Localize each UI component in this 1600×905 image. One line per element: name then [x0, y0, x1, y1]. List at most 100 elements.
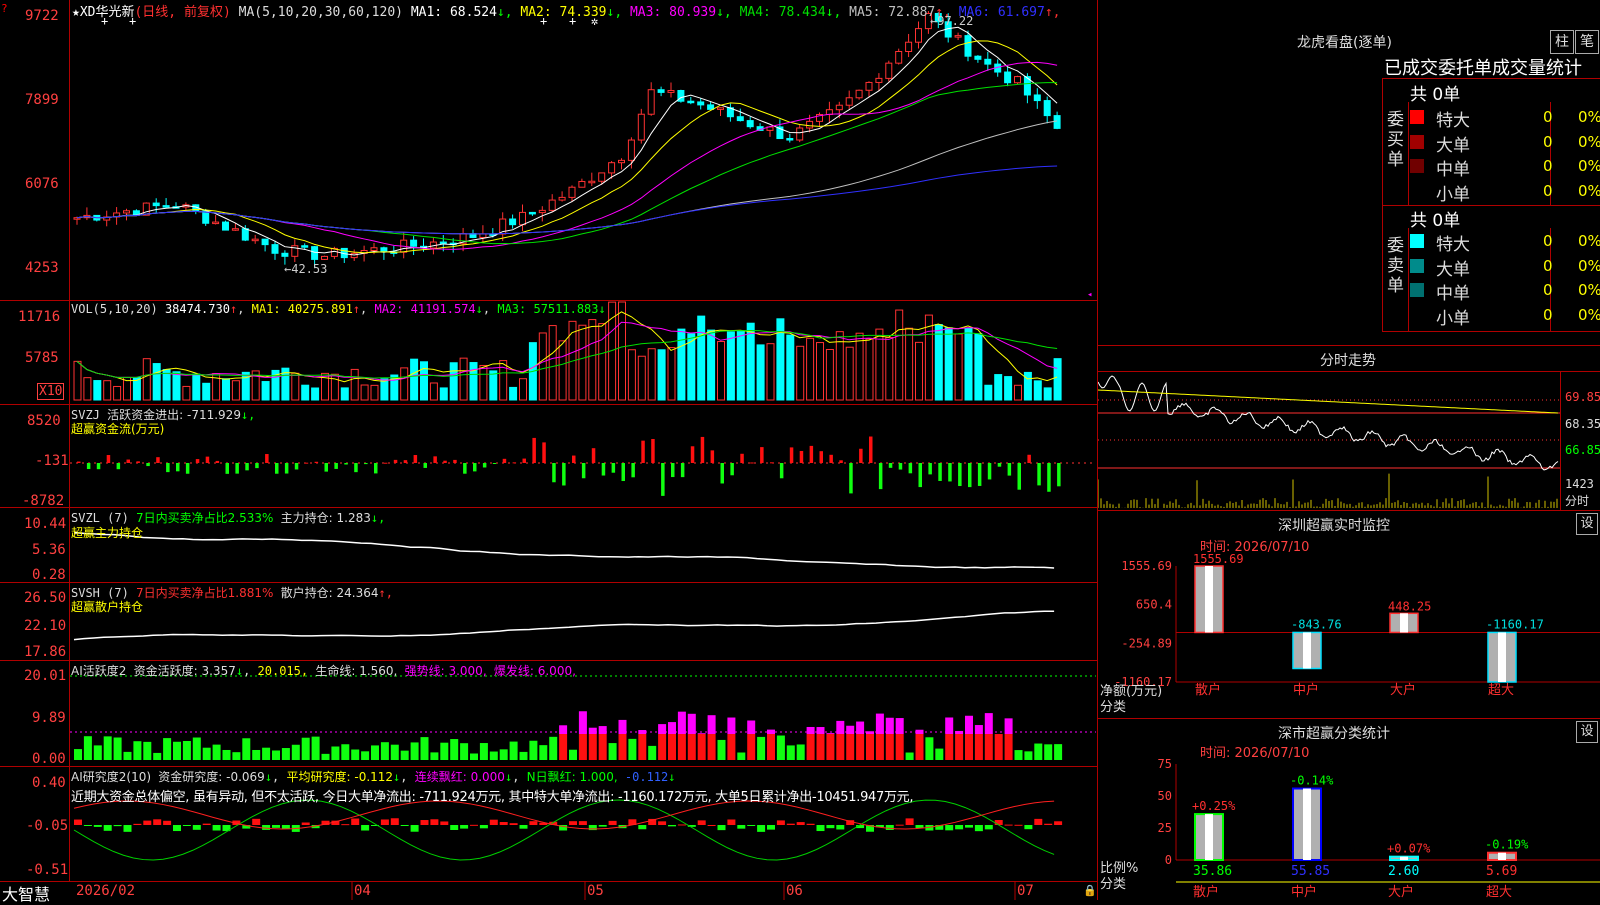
research-bar	[816, 825, 825, 832]
fund-flow-bar	[255, 463, 259, 469]
activity-bar	[826, 734, 835, 760]
volume-bar	[697, 315, 706, 401]
lhb-row-count: 0	[1543, 305, 1553, 324]
volume-bar	[707, 329, 716, 401]
fund-flow-bar	[96, 463, 101, 470]
fund-flow-bar	[720, 463, 724, 484]
activity-bar-top	[618, 719, 627, 734]
fund-flow-bar	[463, 463, 467, 474]
activity-bar	[1054, 744, 1063, 760]
activity-bar	[658, 734, 667, 760]
activity-bar	[707, 734, 716, 760]
research-bar	[400, 825, 409, 826]
candle	[301, 245, 309, 248]
color-swatch	[1410, 283, 1424, 297]
svzj-subtitle: 超赢资金流(万元)	[71, 422, 165, 436]
fund-flow-bar	[750, 462, 754, 464]
activity-bar	[509, 741, 518, 760]
fund-flow-bar	[185, 463, 190, 474]
lhb-row-name: 大单	[1436, 135, 1470, 156]
scroll-arrow-icon[interactable]: ◂	[1087, 290, 1092, 300]
candle	[954, 35, 962, 38]
volume-bar	[231, 380, 240, 401]
ma-line	[76, 26, 1058, 256]
ma-line	[76, 40, 1058, 254]
fund-flow-bar	[453, 459, 457, 463]
activity-bar	[222, 749, 231, 760]
research-bar	[341, 824, 350, 826]
category-label: 中户	[1291, 884, 1317, 900]
activity-bar	[103, 736, 112, 760]
monitor-bar-highlight	[1205, 566, 1213, 633]
candle	[905, 41, 913, 52]
activity-bar	[578, 734, 587, 760]
y-tick: 6076	[25, 176, 59, 192]
y-tick: 0.40	[32, 775, 66, 791]
lhb-row-percent: 0%	[1578, 108, 1600, 126]
volume-bar	[915, 341, 923, 401]
retail-holding-line	[73, 610, 1055, 641]
research-bar	[212, 825, 221, 831]
fund-flow-bar	[918, 463, 922, 488]
research-bar	[826, 825, 835, 829]
activity-bar-top	[915, 729, 924, 734]
activity-bar	[697, 734, 706, 760]
kline-chart-area[interactable]	[0, 0, 1098, 900]
sz-class-settings-button[interactable]: 设	[1576, 721, 1598, 743]
activity-bars	[70, 675, 1096, 760]
volume-bar	[1023, 371, 1032, 401]
activity-bar	[668, 734, 676, 760]
research-bar	[598, 825, 607, 827]
research-bar	[113, 825, 122, 827]
question-icon[interactable]: ?	[1, 2, 8, 15]
lock-icon[interactable]: 🔒	[1083, 884, 1097, 897]
volume-bar	[420, 361, 428, 401]
fund-flow-bar	[502, 458, 507, 463]
activity-bar	[499, 749, 508, 760]
lhb-row-count: 0	[1543, 132, 1553, 151]
ai-activity-header: AI活跃度2 资金活跃度: 3.357↓, 20.015, 生命线: 1.560…	[71, 664, 576, 678]
intraday-chart[interactable]	[1098, 372, 1568, 510]
lhb-row-name: 大单	[1436, 259, 1470, 280]
volume-bar	[400, 367, 409, 401]
fund-flow-bar	[126, 459, 130, 463]
candle	[667, 90, 675, 93]
activity-bar	[569, 749, 577, 760]
sz-monitor-settings-button[interactable]: 设	[1576, 513, 1598, 535]
lhb-row-percent: 0%	[1578, 181, 1600, 200]
activity-bar	[262, 747, 271, 760]
category-label: 中户	[1293, 682, 1319, 698]
volume-bar	[984, 384, 993, 401]
x-tick: 05	[587, 883, 604, 899]
main-holding-line	[73, 531, 1055, 569]
activity-bar	[984, 734, 993, 760]
marker-plus-icon: +	[129, 14, 137, 28]
activity-bar	[479, 743, 488, 760]
activity-bar	[945, 734, 954, 760]
activity-bar	[806, 734, 815, 760]
volume-bar	[766, 343, 775, 401]
activity-bar	[123, 751, 132, 760]
fund-flow-bar	[680, 463, 685, 478]
volume-bar	[350, 368, 359, 401]
candle	[231, 228, 239, 231]
fund-flow-bar	[700, 436, 705, 463]
adjust-mode[interactable]: (日线, 前复权)	[134, 5, 230, 20]
vol-unit-box[interactable]: X10	[37, 383, 65, 400]
candle	[479, 233, 487, 238]
activity-bar	[955, 734, 964, 760]
research-bar	[529, 821, 538, 825]
volume-bar	[340, 387, 349, 401]
volume-bar	[410, 358, 419, 401]
ma-line	[76, 82, 1058, 245]
fund-flow-bar	[671, 463, 675, 478]
volume-bar	[370, 384, 379, 401]
activity-bar-top	[826, 733, 835, 734]
research-bar	[1004, 824, 1013, 826]
activity-bar-top	[846, 725, 855, 734]
data-label: -1160.17	[1486, 617, 1544, 631]
volume-bar	[439, 387, 448, 401]
fund-flow-bar	[265, 454, 269, 463]
y-tick: 650.4	[1136, 598, 1172, 612]
star-icon[interactable]: ★	[72, 5, 80, 20]
